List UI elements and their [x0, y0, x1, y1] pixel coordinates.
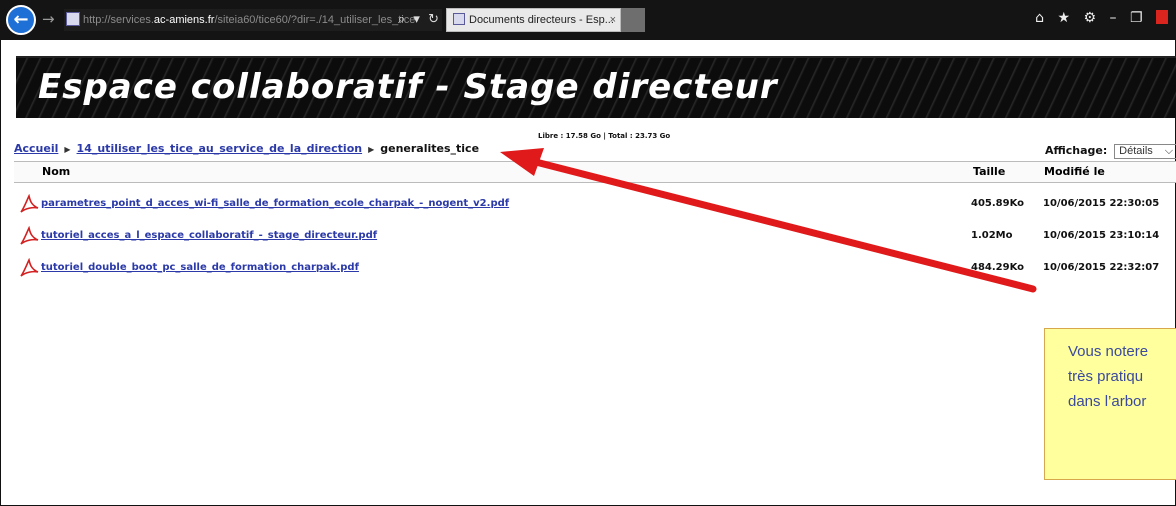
callout-line: Vous notere — [1068, 343, 1149, 360]
annotation-arrow-icon — [500, 148, 1037, 293]
callout-line: dans l’arbor — [1068, 393, 1147, 410]
callout-line: très pratiqu — [1068, 368, 1144, 385]
annotation-callout: Vous notere très pratiqu dans l’arbor — [1044, 328, 1176, 480]
